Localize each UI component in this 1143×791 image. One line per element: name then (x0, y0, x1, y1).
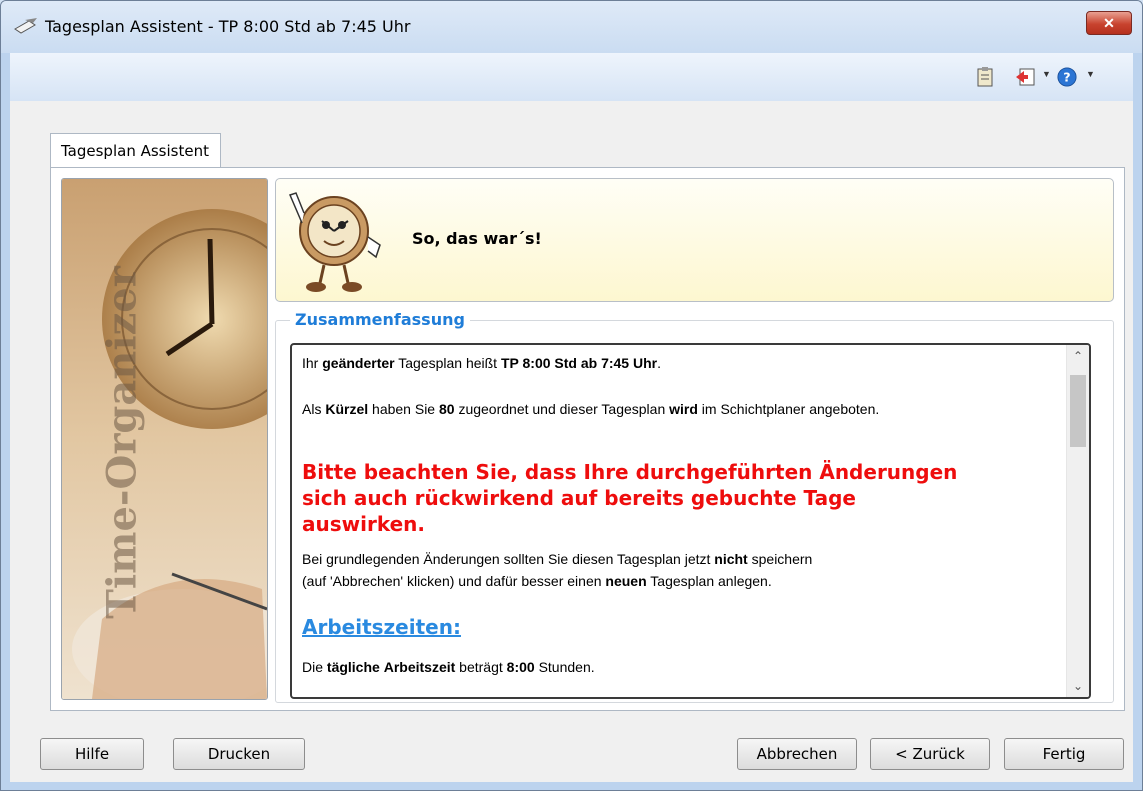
finish-button[interactable]: Fertig (1004, 738, 1124, 770)
title-bar: Tagesplan Assistent - TP 8:00 Std ab 7:4… (1, 1, 1142, 53)
wizard-window: Tagesplan Assistent - TP 8:00 Std ab 7:4… (0, 0, 1143, 791)
section-heading-arbeitszeiten[interactable]: Arbeitszeiten: (302, 615, 461, 639)
toolbar: ▼ ? ▼ (10, 53, 1133, 102)
vertical-scrollbar[interactable]: ⌃ ⌄ (1066, 345, 1089, 697)
hint-line-1: Bei grundlegenden Änderungen sollten Sie… (302, 551, 813, 567)
back-button[interactable]: < Zurück (870, 738, 990, 770)
scroll-down-arrow-icon[interactable]: ⌄ (1067, 675, 1089, 697)
tab-tagesplan-assistent[interactable]: Tagesplan Assistent (50, 133, 221, 167)
notepad-pen-icon (14, 18, 37, 34)
scroll-up-arrow-icon[interactable]: ⌃ (1067, 345, 1089, 367)
client-area: Tagesplan Assistent Time-Organizer So, d… (10, 101, 1133, 782)
tab-panel: Time-Organizer So, das war´s! Zusammenfa… (50, 167, 1125, 711)
svg-text:?: ? (1063, 70, 1070, 85)
summary-line-shortcut: Als Kürzel haben Sie 80 zugeordnet und d… (302, 401, 880, 417)
print-button[interactable]: Drucken (173, 738, 305, 770)
summary-group: Zusammenfassung Ihr geänderter Tagesplan… (275, 310, 1114, 703)
summary-line-name: Ihr geänderter Tagesplan heißt TP 8:00 S… (302, 355, 661, 371)
scrollbar-thumb[interactable] (1070, 375, 1086, 447)
clock-mascot-icon (288, 192, 381, 292)
clock-hand-image (62, 179, 267, 699)
side-image: Time-Organizer (61, 178, 268, 700)
dropdown-arrow-icon[interactable]: ▼ (1086, 69, 1095, 79)
help-icon[interactable]: ? (1056, 67, 1078, 87)
clipboard-icon[interactable] (976, 67, 994, 87)
warning-line-2: sich auch rückwirkend auf bereits gebuch… (302, 486, 856, 510)
warning-line-3: auswirken. (302, 512, 425, 536)
exit-icon[interactable] (1014, 67, 1036, 87)
window-title: Tagesplan Assistent - TP 8:00 Std ab 7:4… (45, 17, 411, 36)
summary-textbox[interactable]: Ihr geänderter Tagesplan heißt TP 8:00 S… (290, 343, 1091, 699)
header-message: So, das war´s! (412, 229, 542, 248)
hint-line-2: (auf 'Abbrechen' klicken) und dafür bess… (302, 573, 772, 589)
summary-line-worktime: Die tägliche Arbeitszeit beträgt 8:00 St… (302, 659, 595, 675)
summary-group-title: Zusammenfassung (290, 310, 470, 329)
header-banner: So, das war´s! (275, 178, 1114, 302)
warning-line-1: Bitte beachten Sie, dass Ihre durchgefüh… (302, 460, 958, 484)
help-button[interactable]: Hilfe (40, 738, 144, 770)
side-image-watermark: Time-Organizer (98, 266, 146, 619)
dropdown-arrow-icon[interactable]: ▼ (1042, 69, 1051, 79)
close-button[interactable]: ✕ (1086, 11, 1132, 35)
cancel-button[interactable]: Abbrechen (737, 738, 857, 770)
